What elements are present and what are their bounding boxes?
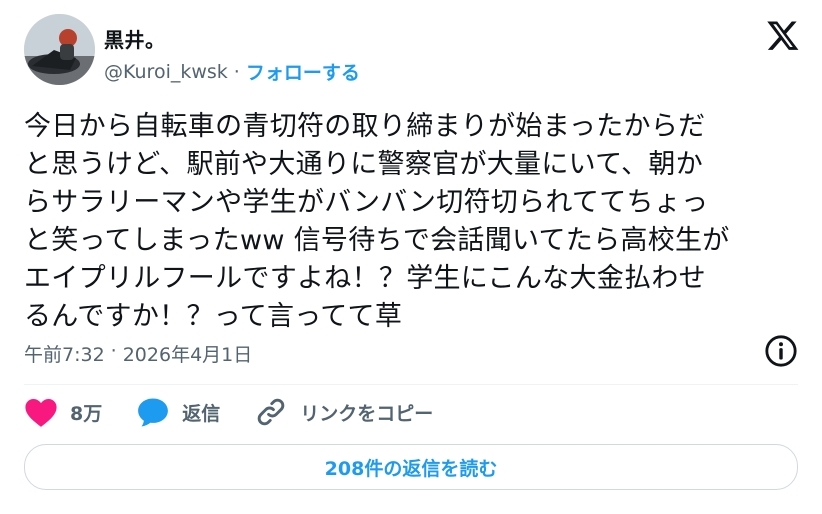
avatar[interactable] — [24, 14, 95, 85]
tweet-card: 黒井。 @Kuroi_kwsk · フォローする 今日から自転車の青切符の取り締… — [0, 0, 822, 514]
tweet-date[interactable]: 2026年4月1日 — [123, 340, 253, 367]
avatar-image — [24, 14, 95, 85]
link-icon — [257, 398, 285, 426]
author-handle-row: @Kuroi_kwsk · フォローする — [104, 58, 360, 85]
copy-link-label: リンクをコピー — [300, 402, 434, 425]
heart-icon — [25, 398, 57, 427]
handle-separator: · — [233, 60, 240, 83]
author-handle[interactable]: @Kuroi_kwsk — [104, 61, 228, 83]
info-icon[interactable] — [764, 334, 798, 368]
follow-button[interactable]: フォローする — [246, 58, 360, 85]
like-count: 8万 — [70, 402, 103, 425]
tweet-time[interactable]: 午前7:32 — [24, 340, 105, 367]
copy-link-button[interactable]: リンクをコピー — [254, 396, 433, 428]
like-button[interactable]: 8万 — [24, 396, 102, 428]
author-name[interactable]: 黒井。 — [104, 24, 166, 53]
action-bar: 8万 返信 リンクをコピー — [24, 394, 467, 430]
tweet-text: 今日から自転車の青切符の取り締まりが始まったからだ と思うけど、駅前や大通りに警… — [24, 111, 730, 332]
reply-label: 返信 — [182, 402, 221, 425]
divider — [24, 384, 798, 385]
read-replies-label: 208件の返信を読む — [324, 457, 498, 480]
reply-bubble-icon — [138, 398, 169, 427]
read-replies-button[interactable]: 208件の返信を読む — [24, 444, 798, 490]
reply-button[interactable]: 返信 — [136, 396, 220, 428]
x-logo-icon[interactable] — [766, 18, 800, 52]
tweet-meta: 午前7:32 · 2026年4月1日 — [24, 340, 252, 367]
meta-separator: · — [110, 340, 117, 362]
